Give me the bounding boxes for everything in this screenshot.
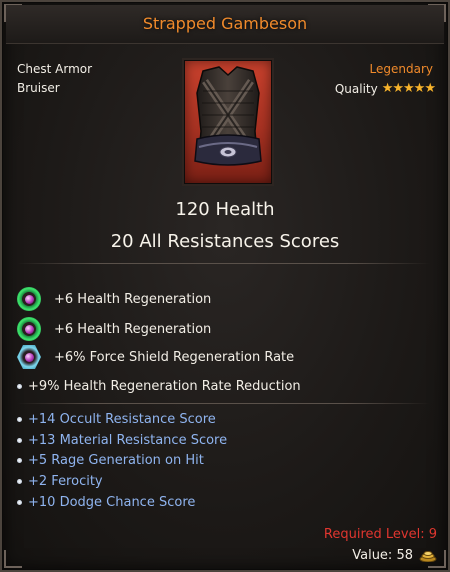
bonus-stat-text: +14 Occult Resistance Score bbox=[28, 412, 216, 427]
bonus-stat-row: +13 Material Resistance Score bbox=[17, 433, 227, 448]
divider bbox=[17, 403, 430, 404]
bonus-stat-row: +2 Ferocity bbox=[17, 474, 103, 489]
item-slot: Chest Armor bbox=[17, 62, 93, 76]
special-stat-text: +9% Health Regeneration Rate Reduction bbox=[28, 379, 301, 394]
special-stat-row: +9% Health Regeneration Rate Reduction bbox=[17, 379, 301, 394]
item-portrait bbox=[184, 60, 272, 184]
item-rarity: Legendary bbox=[369, 62, 433, 76]
title-bar: Strapped Gambeson bbox=[6, 5, 444, 44]
gambeson-icon bbox=[194, 66, 262, 166]
gem-stat-text: +6 Health Regeneration bbox=[54, 291, 212, 307]
required-level: Required Level: 9 bbox=[323, 527, 437, 542]
item-value: Value: 58 bbox=[352, 548, 437, 563]
quality-stars-icon: ★★★★★ bbox=[381, 81, 436, 96]
main-stat-resistances: 20 All Resistances Scores bbox=[110, 231, 340, 252]
frame-corner bbox=[4, 550, 22, 568]
bonus-stat-row: +14 Occult Resistance Score bbox=[17, 412, 216, 427]
green-round-gem-icon bbox=[17, 287, 41, 311]
bullet-icon bbox=[17, 417, 22, 422]
bonus-stat-text: +10 Dodge Chance Score bbox=[28, 495, 196, 510]
value-text: Value: 58 bbox=[352, 548, 413, 563]
gem-stat-row: +6 Health Regeneration bbox=[17, 285, 211, 313]
bonus-stat-text: +13 Material Resistance Score bbox=[28, 433, 228, 448]
item-class: Bruiser bbox=[17, 81, 60, 95]
main-stat-health: 120 Health bbox=[175, 199, 275, 220]
gem-stat-text: +6% Force Shield Regeneration Rate bbox=[54, 349, 295, 365]
gem-stat-text: +6 Health Regeneration bbox=[54, 321, 212, 337]
green-round-gem-icon bbox=[17, 317, 41, 341]
gem-stat-row: +6 Health Regeneration bbox=[17, 315, 211, 343]
bonus-stat-text: +5 Rage Generation on Hit bbox=[28, 453, 204, 468]
bonus-stat-row: +5 Rage Generation on Hit bbox=[17, 453, 204, 468]
item-tooltip: Strapped Gambeson Chest Armor Bruiser Le… bbox=[0, 0, 450, 572]
bullet-icon bbox=[17, 438, 22, 443]
divider bbox=[17, 263, 430, 264]
bonus-stat-row: +10 Dodge Chance Score bbox=[17, 495, 195, 510]
gem-stat-row: +6% Force Shield Regeneration Rate bbox=[17, 343, 294, 371]
item-quality: Quality ★★★★★ bbox=[334, 81, 436, 96]
bullet-icon bbox=[17, 479, 22, 484]
gold-coins-icon bbox=[419, 550, 437, 562]
blue-hexagon-gem-icon bbox=[17, 345, 41, 369]
item-name: Strapped Gambeson bbox=[142, 14, 308, 33]
bonus-stat-text: +2 Ferocity bbox=[28, 474, 103, 489]
bullet-icon bbox=[17, 458, 22, 463]
quality-label: Quality bbox=[334, 81, 378, 96]
bullet-icon bbox=[17, 500, 22, 505]
bullet-icon bbox=[17, 384, 22, 389]
